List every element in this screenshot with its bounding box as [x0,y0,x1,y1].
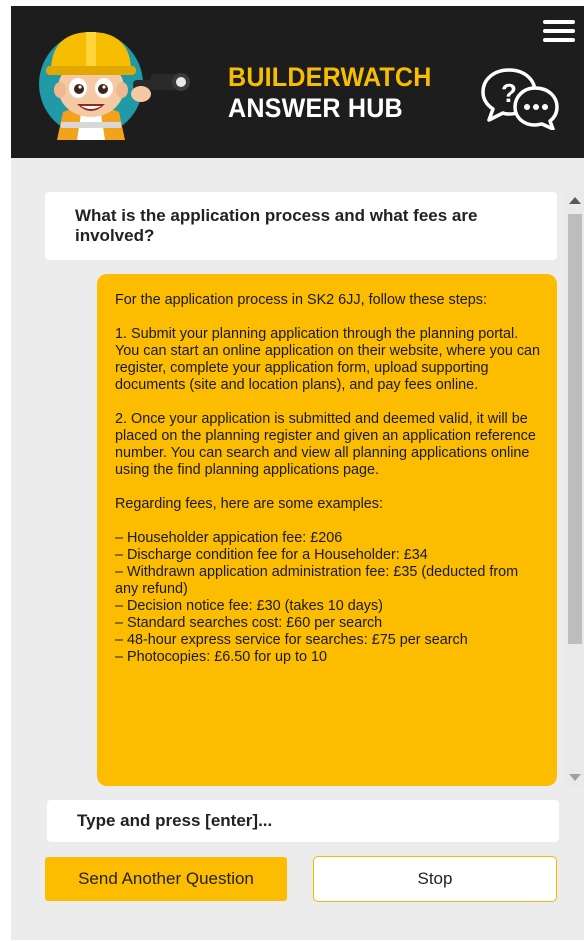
scroll-down-arrow-icon[interactable] [566,768,584,786]
fee-item: – Householder appication fee: £206 [115,530,343,546]
question-card: What is the application process and what… [45,192,557,260]
header: BUILDERWATCH ANSWER HUB ? [11,6,584,158]
brand-title: BUILDERWATCH ANSWER HUB [228,62,447,124]
question-chat-icon: ? [481,68,559,130]
builder-mascot-icon [39,32,190,140]
answer-step-1: 1. Submit your planning application thro… [115,326,541,393]
chat-area: What is the application process and what… [45,192,557,786]
question-text: What is the application process and what… [75,206,478,245]
fee-item: – 48-hour express service for searches: … [115,632,468,648]
fee-item: – Withdrawn application administration f… [115,564,519,597]
hamburger-menu-icon[interactable] [543,20,575,44]
brand-line2: ANSWER HUB [228,93,403,123]
fee-item: – Standard searches cost: £60 per search [115,615,383,631]
answer-intro: For the application process in SK2 6JJ, … [115,292,487,308]
scrollbar-thumb[interactable] [568,214,582,644]
app-container: BUILDERWATCH ANSWER HUB ? What is the ap… [11,6,584,940]
brand-line1: BUILDERWATCH [228,62,432,92]
fee-item: – Discharge condition fee for a Househol… [115,547,428,563]
stop-button[interactable]: Stop [313,856,557,902]
question-input[interactable] [47,800,559,842]
send-another-question-button[interactable]: Send Another Question [45,857,287,901]
scroll-up-arrow-icon[interactable] [566,192,584,210]
fee-item: – Decision notice fee: £30 (takes 10 day… [115,598,383,614]
answer-step-2: 2. Once your application is submitted an… [115,411,536,478]
chat-scrollbar[interactable] [566,192,584,786]
fees-intro: Regarding fees, here are some examples: [115,496,383,512]
fee-item: – Photocopies: £6.50 for up to 10 [115,649,328,665]
answer-card: For the application process in SK2 6JJ, … [97,274,557,786]
